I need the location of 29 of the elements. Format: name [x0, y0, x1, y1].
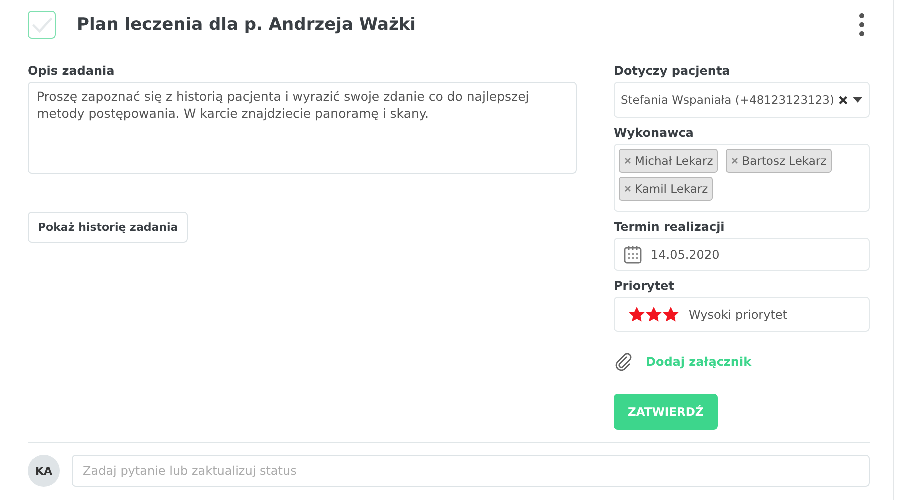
paperclip-icon	[614, 352, 634, 372]
field-label: Dotyczy pacjenta	[614, 64, 730, 78]
task-title: Plan leczenia dla p. Andrzeja Ważki	[77, 15, 417, 35]
assignee-tag[interactable]: Michał Lekarz	[619, 149, 718, 173]
history-button[interactable]: Pokaż historię zadania	[28, 212, 188, 243]
star-icon	[663, 307, 679, 322]
assignee-field[interactable]: Michał Lekarz Bartosz Lekarz Kamil Lekarz	[614, 144, 870, 212]
user-avatar: KA	[28, 455, 60, 487]
remove-icon[interactable]	[732, 158, 738, 164]
field-label: Wykonawca	[614, 126, 694, 140]
star-icon	[629, 307, 645, 322]
more-icon[interactable]	[859, 13, 865, 37]
field-label: Termin realizacji	[614, 220, 725, 234]
priority-field[interactable]: Wysoki priorytet	[614, 297, 870, 332]
clear-icon[interactable]	[839, 96, 848, 104]
calendar-icon	[624, 245, 642, 264]
remove-icon[interactable]	[625, 186, 631, 192]
comment-field[interactable]: Zadaj pytanie lub zaktualizuj status	[72, 455, 870, 487]
description-field[interactable]: Proszę zapoznać się z historią pacjenta i wyrazić swoje zdanie co do najlepszej metody postępowania. W karcie znajdziecie panoramę i skany.	[28, 82, 577, 174]
field-label: Priorytet	[614, 279, 674, 293]
remove-icon[interactable]	[625, 158, 631, 164]
date-field[interactable]: 14.05.2020	[614, 238, 870, 271]
field-label: Opis zadania	[28, 64, 115, 78]
assignee-tag[interactable]: Bartosz Lekarz	[726, 149, 832, 173]
assignee-tag[interactable]: Kamil Lekarz	[619, 177, 714, 201]
caret-icon[interactable]	[853, 97, 863, 103]
task-checkbox[interactable]	[28, 11, 56, 39]
patient-select[interactable]: Stefania Wspaniała (+48123123123)	[614, 82, 870, 118]
star-icon	[646, 307, 662, 322]
